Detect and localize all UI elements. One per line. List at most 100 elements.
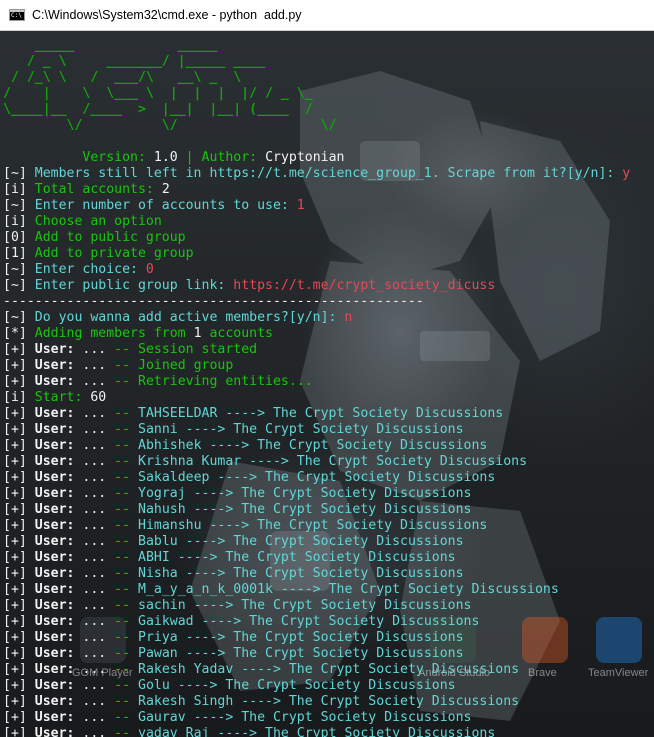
adding-members-line: [*] Adding members from 1 accounts xyxy=(3,326,630,342)
member-user-label: User: xyxy=(26,566,83,581)
member-tag: [+] xyxy=(3,710,27,725)
member-name: Rakesh Singh xyxy=(138,694,234,709)
member-added-line: [+] User: ... -- Pawan ----> The Crypt S… xyxy=(3,646,630,662)
member-group-name: The Crypt Society Discussions xyxy=(241,598,472,613)
status-user: User: xyxy=(26,374,83,389)
member-user-label: User: xyxy=(26,486,83,501)
member-dots: ... xyxy=(82,406,107,421)
member-dash: -- xyxy=(106,454,138,469)
member-name: TAHSEELDAR xyxy=(138,406,218,421)
member-group-name: The Crypt Society Discussions xyxy=(249,614,480,629)
member-dots: ... xyxy=(82,518,107,533)
member-tag: [+] xyxy=(3,486,27,501)
member-dots: ... xyxy=(82,438,107,453)
status-dash: -- xyxy=(106,374,138,389)
status-line: [+] User: ... -- Session started xyxy=(3,342,630,358)
member-arrow: ----> xyxy=(241,454,297,469)
member-added-line: [+] User: ... -- Yograj ----> The Crypt … xyxy=(3,486,630,502)
status-msg: Joined group xyxy=(138,358,234,373)
prompt-text: Choose an option xyxy=(26,214,162,229)
member-dots: ... xyxy=(82,598,107,613)
member-arrow: ----> xyxy=(201,518,258,533)
member-dash: -- xyxy=(106,614,138,629)
member-group-name: The Crypt Society Discussions xyxy=(241,710,472,725)
prompt-answer: 0 xyxy=(145,262,154,277)
title-bar[interactable]: C:\Windows\System32\cmd.exe - python add… xyxy=(0,0,654,31)
member-arrow: ----> xyxy=(177,646,234,661)
separator-line: ----------------------------------------… xyxy=(3,294,424,309)
member-group-name: The Crypt Society Discussions xyxy=(225,678,456,693)
adding-suffix: accounts xyxy=(201,326,273,341)
member-dash: -- xyxy=(106,438,138,453)
member-dash: -- xyxy=(106,582,138,597)
member-added-line: [+] User: ... -- Rakesh Yadav ----> The … xyxy=(3,662,630,678)
status-tag: [+] xyxy=(3,358,27,373)
member-name: Nisha xyxy=(138,566,178,581)
member-name: Bablu xyxy=(138,534,178,549)
member-group-name: The Crypt Society Discussions xyxy=(265,470,496,485)
adding-count: 1 xyxy=(193,326,202,341)
prompt-answer: https://t.me/crypt_society_dicuss xyxy=(233,278,496,293)
member-tag: [+] xyxy=(3,470,27,485)
member-added-line: [+] User: ... -- Abhishek ----> The Cryp… xyxy=(3,438,630,454)
member-group-name: The Crypt Society Discussions xyxy=(233,646,464,661)
member-user-label: User: xyxy=(26,406,83,421)
member-user-label: User: xyxy=(26,582,83,597)
status-lines: [+] User: ... -- Session started [+] User… xyxy=(3,342,630,390)
member-arrow: ----> xyxy=(185,502,242,517)
member-added-line: [+] User: ... -- Gaikwad ----> The Crypt… xyxy=(3,614,630,630)
member-dash: -- xyxy=(106,550,138,565)
author-value: Cryptonian xyxy=(265,150,345,165)
member-user-label: User: xyxy=(26,694,83,709)
member-added-line: [+] User: ... -- Sanni ----> The Crypt S… xyxy=(3,422,630,438)
member-dots: ... xyxy=(82,630,107,645)
member-dash: -- xyxy=(106,422,138,437)
member-dots: ... xyxy=(82,502,107,517)
member-arrow: ----> xyxy=(185,598,242,613)
prompt-lines: [~] Members still left in https://t.me/s… xyxy=(3,166,630,294)
member-user-label: User: xyxy=(26,662,83,677)
member-arrow: ----> xyxy=(209,726,266,737)
status-line: [+] User: ... -- Retrieving entities... xyxy=(3,374,630,390)
prompt-tag: [i] xyxy=(3,214,27,229)
prompt-text: Enter public group link: xyxy=(26,278,234,293)
member-user-label: User: xyxy=(26,454,83,469)
member-arrow: ----> xyxy=(233,662,289,677)
member-added-line: [+] User: ... -- TAHSEELDAR ----> The Cr… xyxy=(3,406,630,422)
version-label: Version: xyxy=(82,150,154,165)
member-name: M_a_y_a_n_k_0001k xyxy=(138,582,273,597)
prompt-tag: [~] xyxy=(3,262,27,277)
console-output: _____ _____ / _ \ _______/ |_____ ____ /… xyxy=(3,38,630,737)
member-user-label: User: xyxy=(26,646,83,661)
member-name: Yograj xyxy=(138,486,186,501)
member-arrow: ----> xyxy=(233,694,289,709)
prompt-answer: 1 xyxy=(296,198,305,213)
member-name: ABHI xyxy=(138,550,170,565)
member-tag: [+] xyxy=(3,550,27,565)
member-name: Priya xyxy=(138,630,178,645)
member-dots: ... xyxy=(82,486,107,501)
start-label: Start: xyxy=(26,390,91,405)
member-added-line: [+] User: ... -- ABHI ----> The Crypt So… xyxy=(3,550,630,566)
adding-text: Adding members from xyxy=(26,326,194,341)
member-dash: -- xyxy=(106,726,138,737)
member-dash: -- xyxy=(106,470,138,485)
member-group-name: The Crypt Society Discussions xyxy=(225,550,456,565)
console-area[interactable]: GOM Player Android Studio Brave TeamView… xyxy=(0,31,654,737)
prompt-tag: [~] xyxy=(3,278,27,293)
member-tag: [+] xyxy=(3,566,27,581)
adding-tag: [*] xyxy=(3,326,27,341)
member-group-name: The Crypt Society Discussions xyxy=(241,486,472,501)
prompt-text: Members still left in https://t.me/scien… xyxy=(26,166,623,181)
author-label: Author: xyxy=(201,150,266,165)
member-dots: ... xyxy=(82,646,107,661)
member-tag: [+] xyxy=(3,422,27,437)
status-msg: Session started xyxy=(138,342,258,357)
status-dots: ... xyxy=(82,358,107,373)
prompt-line: [0] Add to public group xyxy=(3,230,630,246)
member-added-line: [+] User: ... -- Sakaldeep ----> The Cry… xyxy=(3,470,630,486)
member-tag: [+] xyxy=(3,438,27,453)
member-added-line: [+] User: ... -- Bablu ----> The Crypt S… xyxy=(3,534,630,550)
status-dash: -- xyxy=(106,358,138,373)
member-dash: -- xyxy=(106,710,138,725)
